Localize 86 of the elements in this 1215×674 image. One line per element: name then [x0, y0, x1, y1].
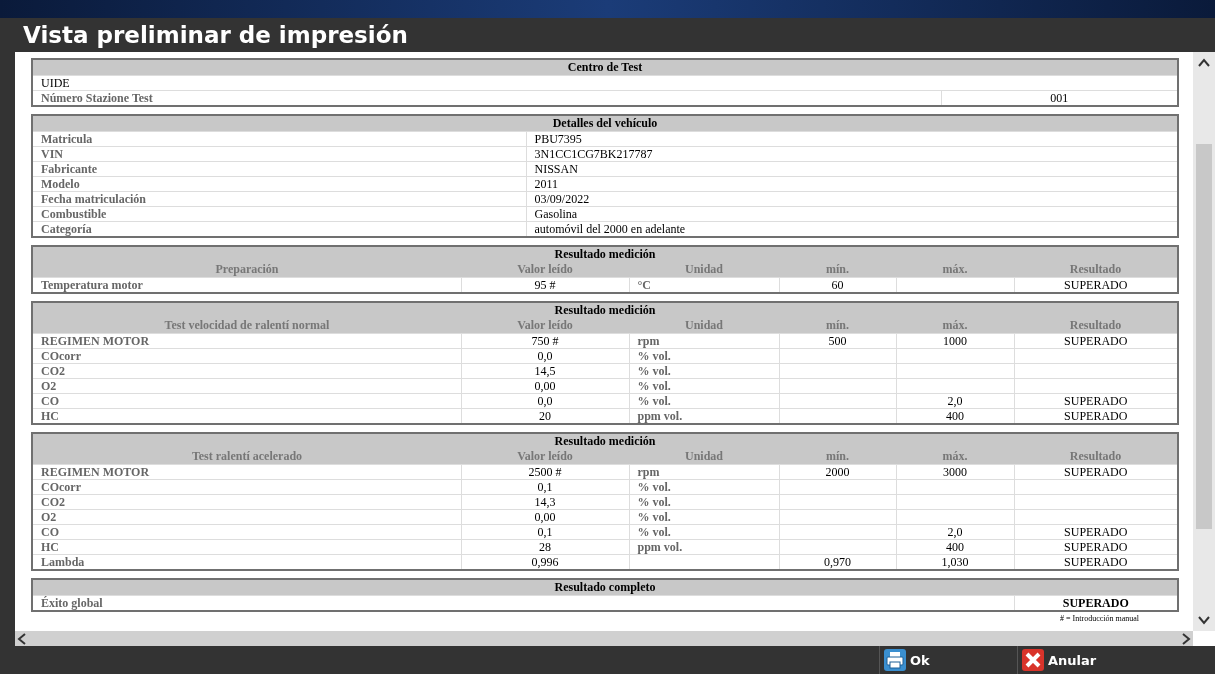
table-cell: Éxito global: [32, 595, 1014, 611]
table-cell: 1000: [896, 333, 1014, 349]
table-cell: 0,00: [461, 509, 629, 525]
table-cell: rpm: [629, 333, 779, 349]
close-icon: [1022, 649, 1044, 671]
vertical-scrollbar[interactable]: [1193, 52, 1215, 631]
section-title: Resultado medición: [32, 433, 1178, 449]
table-cell: Fabricante: [32, 161, 526, 177]
table-cell: % vol.: [629, 509, 779, 525]
table-cell: 60: [779, 277, 896, 293]
column-header: Valor leído: [461, 449, 629, 465]
column-header: máx.: [896, 449, 1014, 465]
table-cell: REGIMEN MOTOR: [32, 464, 461, 480]
table-cell: Temperatura motor: [32, 277, 461, 293]
table-cell: O2: [32, 509, 461, 525]
table-cell: 2,0: [896, 393, 1014, 409]
table-cell: Modelo: [32, 176, 526, 192]
table-cell: 750 #: [461, 333, 629, 349]
table-cell: REGIMEN MOTOR: [32, 333, 461, 349]
section-title: Resultado completo: [32, 579, 1178, 596]
section-title: Detalles del vehículo: [32, 115, 1178, 132]
column-header: máx.: [896, 262, 1014, 278]
column-header: Unidad: [629, 449, 779, 465]
table-cell: % vol.: [629, 494, 779, 510]
table-cell: Combustible: [32, 206, 526, 222]
table-cell: rpm: [629, 464, 779, 480]
column-header: Resultado: [1014, 262, 1178, 278]
table-cell: COcorr: [32, 348, 461, 364]
table-cell: °C: [629, 277, 779, 293]
table-cell: Fecha matriculación: [32, 191, 526, 207]
table-cell: ppm vol.: [629, 539, 779, 555]
table-cell: 0,0: [461, 348, 629, 364]
table-cell: % vol.: [629, 393, 779, 409]
column-header: Resultado: [1014, 449, 1178, 465]
table-cell: CO: [32, 524, 461, 540]
column-header: mín.: [779, 449, 896, 465]
table-cell: 14,3: [461, 494, 629, 510]
column-header: Valor leído: [461, 318, 629, 334]
table-cell: % vol.: [629, 524, 779, 540]
table-cell: 400: [896, 539, 1014, 555]
table-cell: 0,1: [461, 524, 629, 540]
table-cell: 0,1: [461, 479, 629, 495]
table-cell: % vol.: [629, 378, 779, 394]
column-header: Unidad: [629, 318, 779, 334]
table-cell: Matricula: [32, 131, 526, 147]
table-cell: 28: [461, 539, 629, 555]
table-cell: 2,0: [896, 524, 1014, 540]
table-cell: COcorr: [32, 479, 461, 495]
table-cell: SUPERADO: [1014, 464, 1178, 480]
section-title: Centro de Test: [32, 59, 1178, 76]
table-cell: CO: [32, 393, 461, 409]
table-cell: VIN: [32, 146, 526, 162]
table-cell: % vol.: [629, 479, 779, 495]
column-header: Valor leído: [461, 262, 629, 278]
table-cell: 3000: [896, 464, 1014, 480]
table-cell: 0,00: [461, 378, 629, 394]
footnote: # = Introducción manual: [1060, 614, 1139, 623]
printer-icon: [884, 649, 906, 671]
column-header: Preparación: [32, 262, 461, 278]
column-header: Resultado: [1014, 318, 1178, 334]
horizontal-scrollbar[interactable]: [15, 631, 1193, 646]
table-cell: PBU7395: [526, 131, 1178, 147]
table-cell: HC: [32, 539, 461, 555]
table-cell: 2000: [779, 464, 896, 480]
table-cell: CO2: [32, 494, 461, 510]
column-header: Test ralentí acelerado: [32, 449, 461, 465]
column-header: máx.: [896, 318, 1014, 334]
table-cell: % vol.: [629, 348, 779, 364]
column-header: Test velocidad de ralentí normal: [32, 318, 461, 334]
table-cell: 95 #: [461, 277, 629, 293]
table-cell: 0,0: [461, 393, 629, 409]
table-cell: O2: [32, 378, 461, 394]
column-header: mín.: [779, 318, 896, 334]
table-cell: 14,5: [461, 363, 629, 379]
table-cell: 500: [779, 333, 896, 349]
table-cell: % vol.: [629, 363, 779, 379]
section-title: Resultado medición: [32, 246, 1178, 262]
table-cell: Gasolina: [526, 206, 1178, 222]
section-title: Resultado medición: [32, 302, 1178, 318]
table-cell: SUPERADO: [1014, 333, 1178, 349]
table-cell: UIDE: [32, 75, 1178, 91]
table-cell: 2500 #: [461, 464, 629, 480]
window-title: Vista preliminar de impresión: [23, 22, 408, 48]
table-cell: CO2: [32, 363, 461, 379]
column-header: mín.: [779, 262, 896, 278]
column-header: Unidad: [629, 262, 779, 278]
